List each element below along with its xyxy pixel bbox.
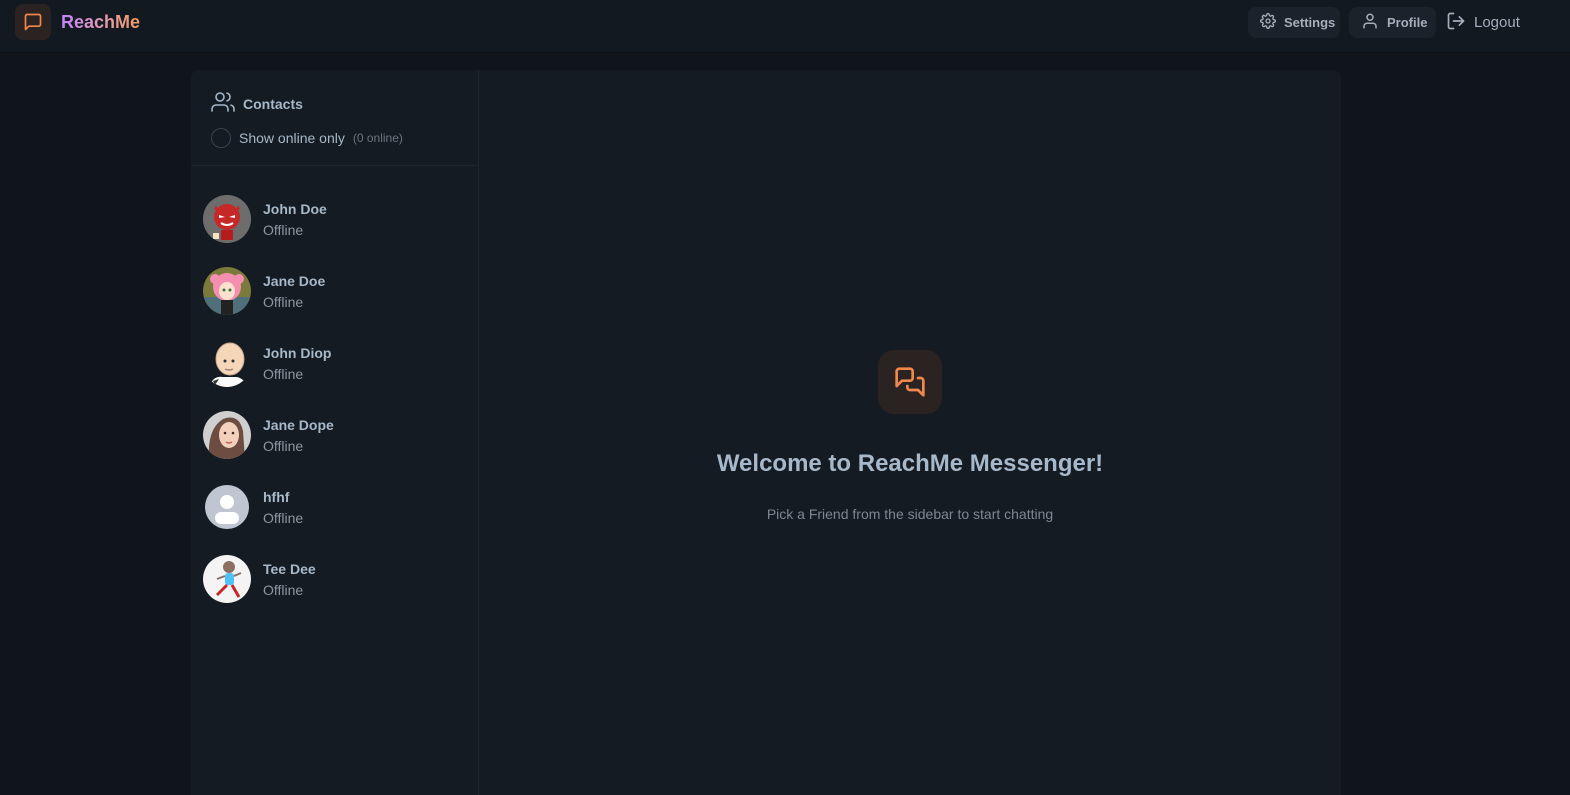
contact-status: Offline [263,509,304,526]
contact-status: Offline [263,221,304,238]
settings-button[interactable]: Settings [1248,7,1340,38]
bald-cartoon-avatar [203,339,251,387]
logout-button[interactable]: Logout [1446,7,1526,38]
online-count: (0 online) [352,131,403,145]
contact-name: Jane Doe [263,272,326,289]
contact-item[interactable]: Tee Dee Offline [191,543,478,615]
contact-status: Offline [263,293,304,310]
contact-name: Jane Dope [263,416,334,433]
contact-status: Offline [263,581,304,598]
contact-item[interactable]: John Doe Offline [191,183,478,255]
show-online-checkbox[interactable] [211,128,231,148]
logout-label: Logout [1474,14,1520,31]
contact-name: John Diop [263,344,332,361]
welcome-subtitle: Pick a Friend from the sidebar to start … [766,506,1054,522]
default-user-avatar [203,483,251,531]
users-icon [211,90,235,117]
message-square-icon [15,4,51,40]
contacts-title: Contacts [243,95,303,112]
pink-hair-anime-avatar [203,267,251,315]
contacts-heading: Contacts [211,90,458,117]
chat-container: Contacts Show online only (0 online) Joh… [191,70,1341,795]
woman-photo-avatar [203,411,251,459]
profile-label: Profile [1387,15,1428,30]
contact-name: Tee Dee [263,560,316,577]
contact-name: John Doe [263,200,327,217]
sidebar-header: Contacts Show online only (0 online) [191,70,478,166]
profile-button[interactable]: Profile [1349,7,1436,38]
contact-name: hfhf [263,488,290,505]
gear-icon [1260,13,1276,32]
welcome-panel: Welcome to ReachMe Messenger! Pick a Fri… [479,70,1341,795]
settings-label: Settings [1284,15,1336,30]
contact-item[interactable]: Jane Doe Offline [191,255,478,327]
contact-item[interactable]: Jane Dope Offline [191,399,478,471]
contact-item[interactable]: John Diop Offline [191,327,478,399]
logout-icon [1446,11,1466,35]
user-icon [1361,12,1379,33]
contacts-sidebar: Contacts Show online only (0 online) Joh… [191,70,479,795]
brand-link[interactable]: ReachMe [15,4,140,40]
online-filter: Show online only (0 online) [211,128,458,148]
top-navbar: ReachMe Settings Profile Logout [0,0,1570,53]
contact-item[interactable]: hfhf Offline [191,471,478,543]
brand-name: ReachMe [61,11,141,32]
running-kid-avatar [203,555,251,603]
welcome-title: Welcome to ReachMe Messenger! [716,450,1104,477]
messages-icon [878,350,942,414]
red-devil-avatar [203,195,251,243]
contact-list: John Doe Offline Jane Doe Offline John D… [191,166,478,615]
show-online-label[interactable]: Show online only [239,130,345,146]
contact-status: Offline [263,365,304,382]
contact-status: Offline [263,437,304,454]
